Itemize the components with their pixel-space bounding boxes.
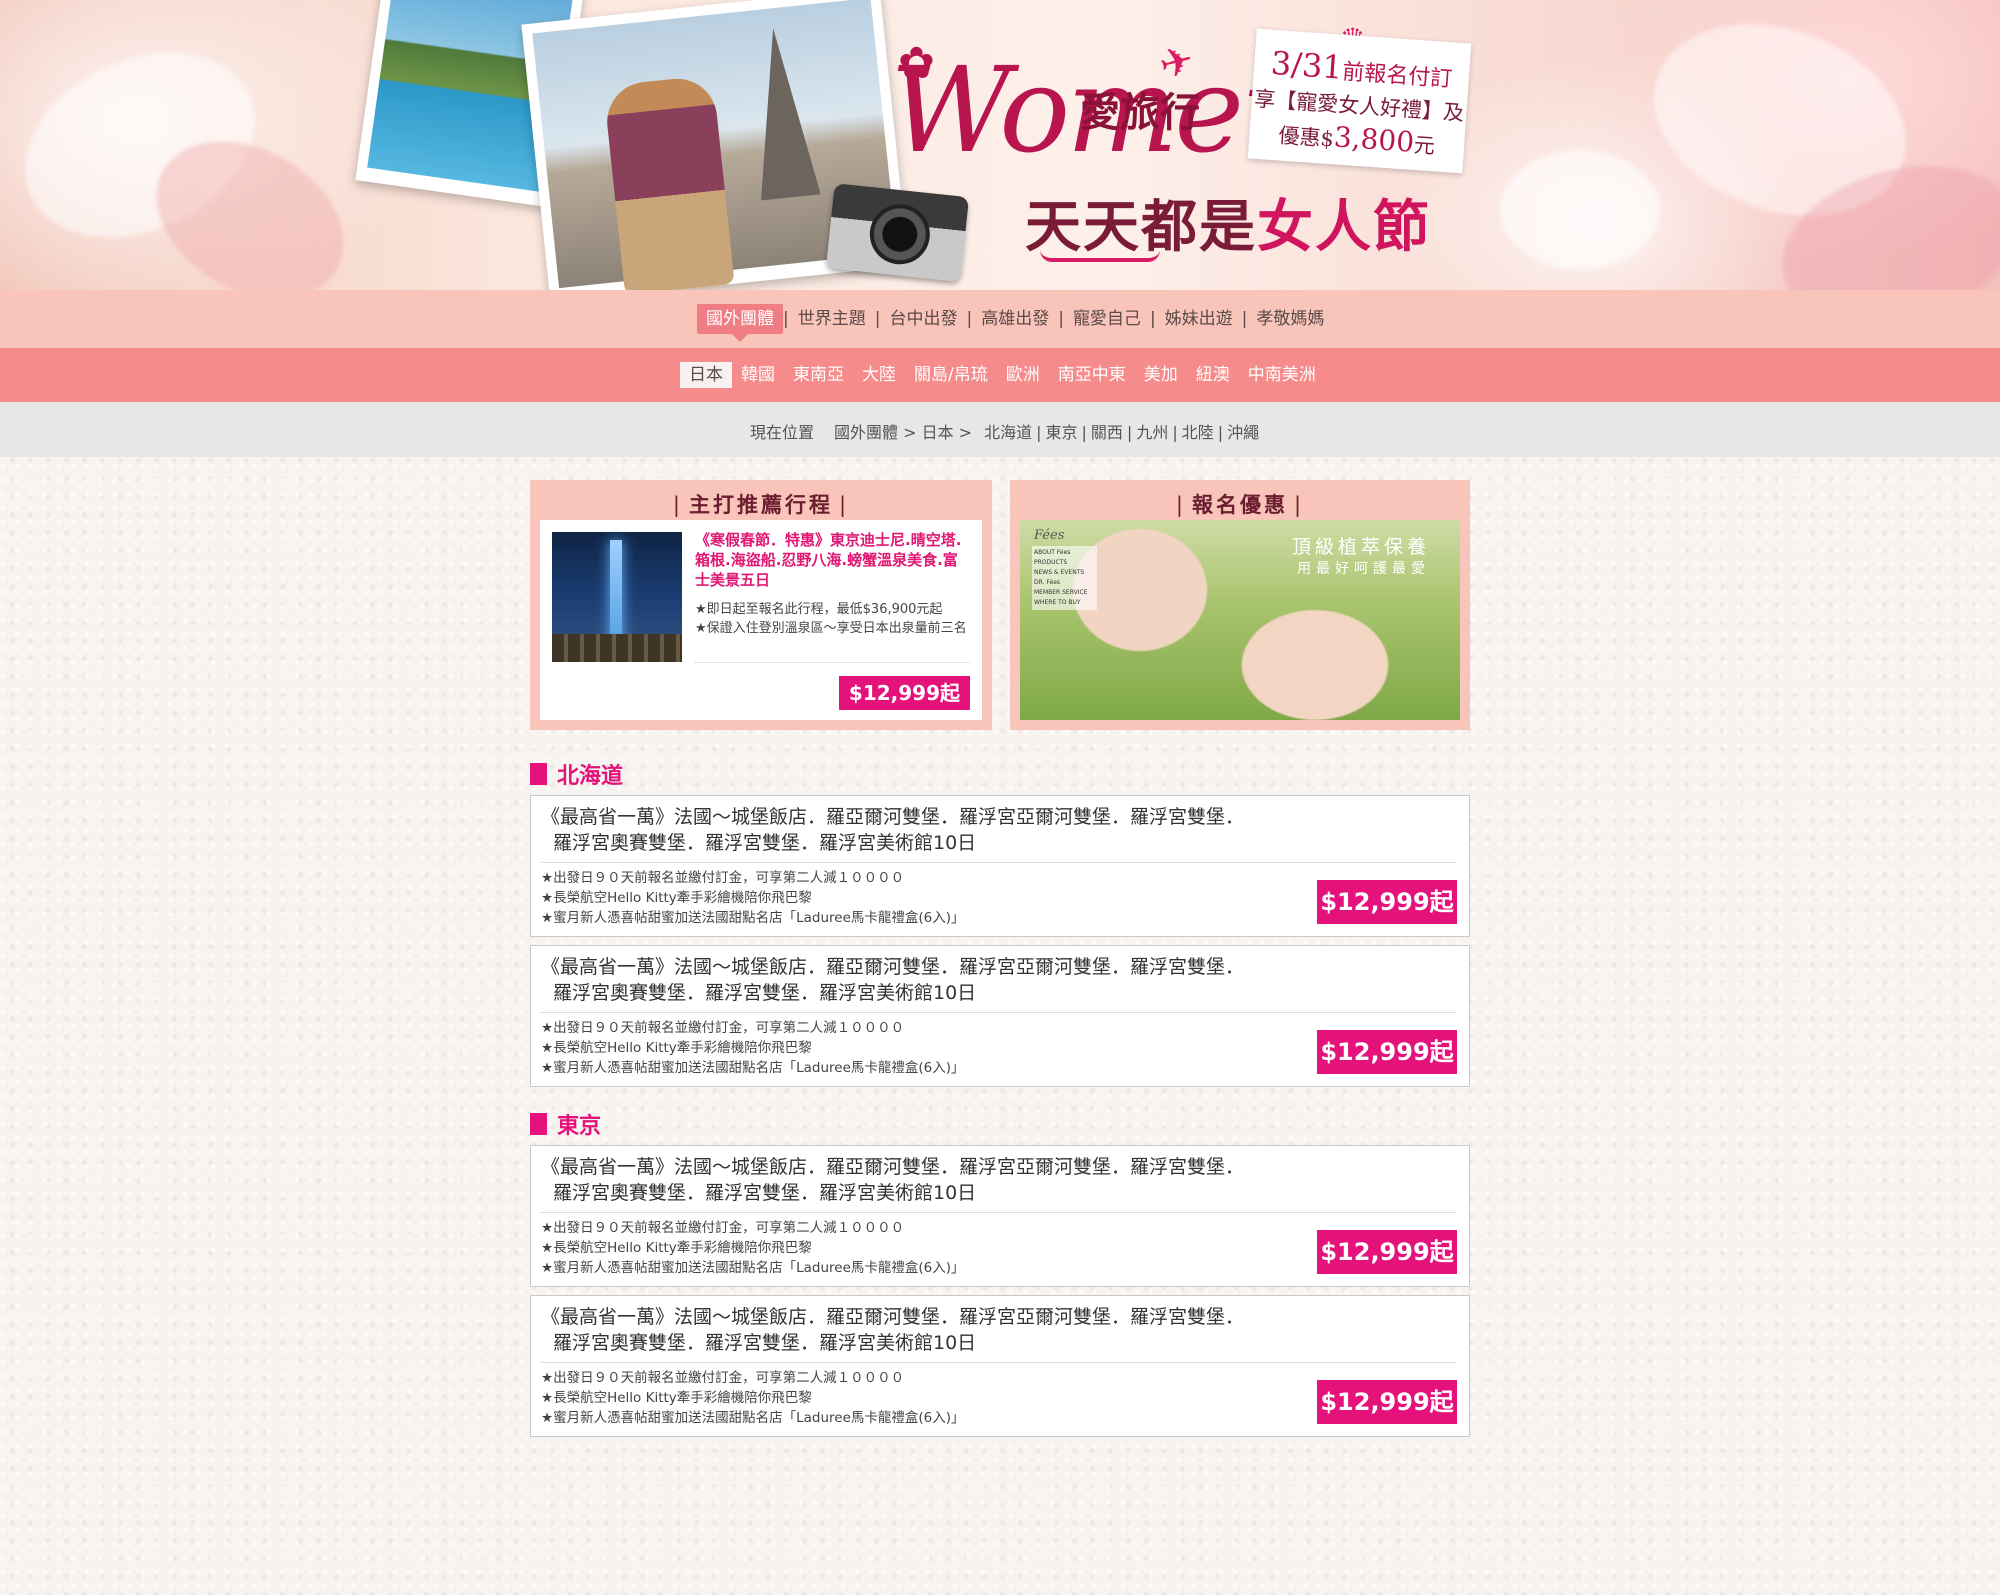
- breadcrumb: 現在位置 國外團體 > 日本 > 北海道 | 東京 | 關西 | 九州 | 北陸 | 沖繩: [750, 419, 1259, 443]
- petal-decoration: [1500, 150, 1660, 270]
- breadcrumb-sub-link[interactable]: 北陸: [1182, 423, 1214, 442]
- ad-subslogan: 用最好呵護最愛: [1297, 561, 1430, 577]
- featured-box: | 主打推薦行程 | 《寒假春節．特惠》東京迪士尼.晴空塔.箱根.海盜船.忍野八海.…: [530, 480, 992, 730]
- main-nav: 國外團體 | 世界主題 | 台中出發 | 高雄出發 | 寵愛自己 | 姊妹出遊 | 孝敬媽媽: [0, 290, 2000, 348]
- breadcrumb-sub-link[interactable]: 北海道: [984, 423, 1032, 442]
- section-marker: [530, 1113, 547, 1135]
- main-nav-item[interactable]: 世界主題: [789, 304, 875, 334]
- section-title: 北海道: [557, 764, 624, 789]
- ad-menu-item: MEMBER SERVICE: [1034, 589, 1088, 596]
- ad-menu: ABOUT Fées PRODUCTS NEWS & EVENTS DR. Fées M…: [1032, 546, 1097, 610]
- tour-notes: ★出發日９０天前報名並繳付訂金，可享第二人減１００００ ★長榮航空Hello Ki…: [541, 1370, 965, 1426]
- region-nav-item[interactable]: 歐洲: [997, 362, 1049, 388]
- promo-box: | 報名優惠 | Fées ABOUT Fées PRODUCTS NEWS & EVE…: [1010, 480, 1470, 730]
- logo-tagline-top: 愛旅行: [1080, 89, 1200, 136]
- tour-notes: ★出發日９０天前報名並繳付訂金，可享第二人減１００００ ★長榮航空Hello Ki…: [541, 1220, 965, 1276]
- region-nav: 日本 韓國 東南亞 大陸 關島/帛琉 歐洲 南亞中東 美加 紐澳 中南美洲: [0, 348, 2000, 402]
- featured-trip-title[interactable]: 《寒假春節．特惠》東京迪士尼.晴空塔.箱根.海盜船.忍野八海.螃蟹溫泉美食.富士…: [695, 530, 970, 590]
- promo-box-title: | 報名優惠 |: [1175, 493, 1305, 517]
- breadcrumb-separator: |: [1172, 423, 1178, 442]
- region-nav-item[interactable]: 紐澳: [1187, 362, 1239, 388]
- breadcrumb-sub-link[interactable]: 關西: [1091, 423, 1123, 442]
- camera-icon: [825, 183, 970, 282]
- tour-title[interactable]: 《最高省一萬》法國～城堡飯店．羅亞爾河雙堡．羅浮宮亞爾河雙堡．羅浮宮雙堡． 羅浮宮…: [541, 954, 1341, 1006]
- section-title: 東京: [557, 1114, 602, 1139]
- ad-menu-item: NEWS & EVENTS: [1034, 569, 1085, 576]
- ad-slogan: 頂級植萃保養: [1291, 536, 1430, 558]
- region-nav-item[interactable]: 關島/帛琉: [905, 362, 997, 388]
- section-heading: 北海道: [530, 760, 624, 789]
- main-nav-item[interactable]: 寵愛自己: [1064, 304, 1150, 334]
- hero-banner: ✿ ✈ Women 愛旅行 天天都是女人節 ♛ 3/31前報名付訂 享【寵愛女人…: [0, 0, 2000, 290]
- ad-menu-item: PRODUCTS: [1034, 559, 1068, 566]
- tour-card[interactable]: 《最高省一萬》法國～城堡飯店．羅亞爾河雙堡．羅浮宮亞爾河雙堡．羅浮宮雙堡． 羅浮宮…: [530, 945, 1470, 1087]
- tour-title[interactable]: 《最高省一萬》法國～城堡飯店．羅亞爾河雙堡．羅浮宮亞爾河雙堡．羅浮宮雙堡． 羅浮宮…: [541, 1154, 1341, 1206]
- ad-menu-item: DR. Fées: [1034, 579, 1061, 586]
- tour-card[interactable]: 《最高省一萬》法國～城堡飯店．羅亞爾河雙堡．羅浮宮亞爾河雙堡．羅浮宮雙堡． 羅浮宮…: [530, 795, 1470, 937]
- divider: [541, 1362, 1457, 1363]
- region-nav-item[interactable]: 韓國: [732, 362, 784, 388]
- tour-card[interactable]: 《最高省一萬》法國～城堡飯店．羅亞爾河雙堡．羅浮宮亞爾河雙堡．羅浮宮雙堡． 羅浮宮…: [530, 1295, 1470, 1437]
- breadcrumb-separator: |: [1126, 423, 1133, 442]
- breadcrumb-sub-link[interactable]: 東京: [1046, 423, 1078, 442]
- breadcrumb-separator: |: [1081, 423, 1087, 442]
- tour-notes: ★出發日９０天前報名並繳付訂金，可享第二人減１００００ ★長榮航空Hello Ki…: [541, 1020, 965, 1076]
- section-heading: 東京: [530, 1110, 602, 1139]
- region-nav-item[interactable]: 日本: [680, 362, 732, 388]
- divider: [695, 662, 970, 663]
- tokyo-skytree-image[interactable]: [552, 532, 682, 662]
- region-nav-item[interactable]: 大陸: [853, 362, 905, 388]
- featured-title: | 主打推薦行程 |: [672, 493, 850, 517]
- tour-title[interactable]: 《最高省一萬》法國～城堡飯店．羅亞爾河雙堡．羅浮宮亞爾河雙堡．羅浮宮雙堡． 羅浮宮…: [541, 804, 1341, 856]
- tour-notes: ★出發日９０天前報名並繳付訂金，可享第二人減１００００ ★長榮航空Hello Ki…: [541, 870, 965, 926]
- main-nav-item[interactable]: 孝敬媽媽: [1247, 304, 1333, 334]
- region-nav-item[interactable]: 中南美洲: [1239, 362, 1325, 388]
- main-nav-item[interactable]: 姊妹出遊: [1156, 304, 1242, 334]
- featured-trip-notes: ★即日起至報名此行程，最低$36,900元起 ★保證入住登別溫泉區～享受日本出泉…: [695, 602, 967, 636]
- family-ad-image[interactable]: Fées ABOUT Fées PRODUCTS NEWS & EVENTS DR. …: [1020, 520, 1460, 720]
- region-nav-item[interactable]: 南亞中東: [1049, 362, 1135, 388]
- tour-card[interactable]: 《最高省一萬》法國～城堡飯店．羅亞爾河雙堡．羅浮宮亞爾河雙堡．羅浮宮雙堡． 羅浮宮…: [530, 1145, 1470, 1287]
- divider: [541, 1212, 1457, 1213]
- divider: [541, 1012, 1457, 1013]
- breadcrumb-label: 現在位置: [750, 423, 815, 442]
- tour-price-button[interactable]: $12,999起: [1317, 1380, 1457, 1424]
- region-nav-item[interactable]: 東南亞: [784, 362, 853, 388]
- promo-ad[interactable]: Fées ABOUT Fées PRODUCTS NEWS & EVENTS DR. …: [1020, 520, 1460, 720]
- breadcrumb-sub-link[interactable]: 九州: [1136, 423, 1168, 442]
- tour-price-button[interactable]: $12,999起: [1317, 1230, 1457, 1274]
- featured-body[interactable]: 《寒假春節．特惠》東京迪士尼.晴空塔.箱根.海盜船.忍野八海.螃蟹溫泉美食.富士…: [540, 520, 982, 720]
- breadcrumb-separator: |: [1217, 423, 1224, 442]
- region-nav-item[interactable]: 美加: [1135, 362, 1187, 388]
- main-nav-item[interactable]: 高雄出發: [972, 304, 1058, 334]
- featured-price-button[interactable]: $12,999起: [838, 676, 970, 710]
- ad-menu-item: ABOUT Fées: [1034, 549, 1071, 556]
- breadcrumb-bar: 現在位置 國外團體 > 日本 > 北海道 | 東京 | 關西 | 九州 | 北陸 | 沖繩: [0, 402, 2000, 457]
- main-nav-item[interactable]: 台中出發: [880, 304, 966, 334]
- divider: [541, 862, 1457, 863]
- breadcrumb-sub-link[interactable]: 沖繩: [1227, 423, 1259, 442]
- main-nav-item[interactable]: 國外團體: [697, 304, 783, 342]
- ad-brand-logo: Fées: [1034, 528, 1065, 543]
- tour-price-button[interactable]: $12,999起: [1317, 880, 1457, 924]
- logo-swash: [1040, 250, 1160, 262]
- breadcrumb-separator: |: [1036, 423, 1042, 442]
- tour-title[interactable]: 《最高省一萬》法國～城堡飯店．羅亞爾河雙堡．羅浮宮亞爾河雙堡．羅浮宮雙堡． 羅浮宮…: [541, 1304, 1341, 1356]
- section-marker: [530, 763, 547, 785]
- ad-menu-item: WHERE TO BUY: [1034, 599, 1081, 606]
- breadcrumb-path[interactable]: 國外團體 > 日本 >: [834, 419, 972, 443]
- tour-price-button[interactable]: $12,999起: [1317, 1030, 1457, 1074]
- promo-card: 3/31前報名付訂 享【寵愛女人好禮】及 優惠$3,800元: [1247, 28, 1472, 174]
